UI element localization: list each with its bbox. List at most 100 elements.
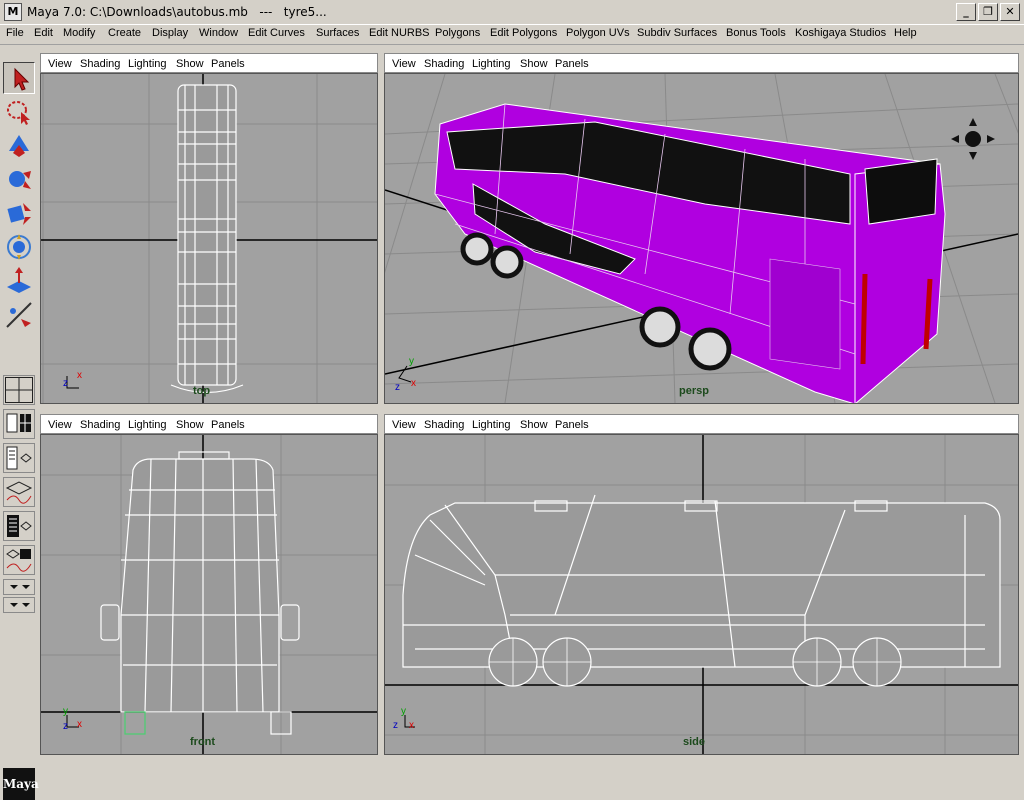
scale-tool-button[interactable] [3, 231, 35, 263]
paint-select-tool-button[interactable] [3, 129, 35, 161]
title-bar: M Maya 7.0: C:\Downloads\autobus.mb --- … [0, 0, 1024, 25]
maya-logo: Maya [3, 768, 39, 800]
vp-top-menu-view[interactable]: View [48, 58, 72, 70]
four-pane-layout-icon [5, 377, 33, 403]
close-icon: ✕ [1005, 5, 1015, 18]
axis-z-label: z [63, 378, 68, 389]
move-tool-button[interactable] [3, 163, 35, 195]
maximize-button[interactable]: ❐ [978, 3, 998, 21]
lasso-tool-button[interactable] [3, 96, 35, 128]
rotate-tool-icon [7, 203, 31, 225]
side-axis-y-label: y [401, 706, 406, 717]
menu-file[interactable]: File [6, 27, 24, 39]
vp-side-menu-panels[interactable]: Panels [555, 419, 589, 431]
vp-top-menu-shading[interactable]: Shading [80, 58, 120, 70]
persp-scene: y z x [385, 74, 1018, 403]
outliner-layout-icon [6, 446, 32, 470]
layout-graph-editor-button[interactable] [3, 477, 35, 507]
side-view-scene: y z x [385, 435, 1018, 754]
bus-front-wireframe [100, 451, 300, 713]
minimize-icon: _ [963, 5, 969, 18]
menu-polygons[interactable]: Polygons [435, 27, 480, 39]
viewport-top-canvas[interactable]: x z top [40, 73, 378, 404]
axis-x-label: x [77, 370, 82, 381]
toolbox: Maya [0, 45, 40, 800]
menu-polygon-uvs[interactable]: Polygon UVs [566, 27, 630, 39]
vp-side-menu-lighting[interactable]: Lighting [472, 419, 511, 431]
vp-front-menu-shading[interactable]: Shading [80, 419, 120, 431]
vp-front-menu-show[interactable]: Show [176, 419, 204, 431]
soft-mod-tool-button[interactable] [3, 299, 35, 331]
lasso-tool-icon [7, 101, 30, 125]
vp-side-menu-show[interactable]: Show [520, 419, 548, 431]
hypershade-layout-icon [7, 515, 32, 537]
scale-tool-icon [7, 234, 31, 260]
viewport-front-canvas[interactable]: y x z front [40, 434, 378, 755]
menu-help[interactable]: Help [894, 27, 917, 39]
vp-side-menu-shading[interactable]: Shading [424, 419, 464, 431]
vp-persp-menu-shading[interactable]: Shading [424, 58, 464, 70]
soft-mod-icon [6, 302, 32, 328]
vp-front-menu-panels[interactable]: Panels [211, 419, 245, 431]
persp-axis-gizmo: y z x [395, 356, 416, 393]
menu-subdiv-surfaces[interactable]: Subdiv Surfaces [637, 27, 717, 39]
view-cube-compass [951, 118, 995, 160]
viewport-side-menu-bar: View Shading Lighting Show Panels [384, 414, 1019, 434]
maya-app-icon[interactable]: M [4, 3, 22, 21]
bus-side-wireframe [402, 494, 1001, 668]
viewport-persp-canvas[interactable]: y z x persp [384, 73, 1019, 404]
menu-edit-curves[interactable]: Edit Curves [248, 27, 305, 39]
layout-hypershade-button[interactable] [3, 511, 35, 541]
vp-persp-menu-panels[interactable]: Panels [555, 58, 589, 70]
close-button[interactable]: ✕ [1000, 3, 1020, 21]
rotate-tool-button[interactable] [3, 197, 35, 229]
viewport-side-label: side [683, 736, 706, 748]
layout-single-pane-button[interactable] [3, 409, 35, 439]
vp-persp-menu-show[interactable]: Show [520, 58, 548, 70]
vp-front-menu-view[interactable]: View [48, 419, 72, 431]
front-axis-x-label: x [77, 719, 82, 730]
menu-create[interactable]: Create [108, 27, 141, 39]
menu-edit[interactable]: Edit [34, 27, 53, 39]
menu-bonus-tools[interactable]: Bonus Tools [726, 27, 786, 39]
side-axis-z-label: z [393, 720, 398, 731]
bus-top-wireframe [170, 84, 244, 394]
menu-edit-polygons[interactable]: Edit Polygons [490, 27, 557, 39]
single-pane-layout-icon [6, 413, 31, 433]
menu-display[interactable]: Display [152, 27, 188, 39]
menu-modify[interactable]: Modify [63, 27, 95, 39]
viewport-front[interactable]: View Shading Lighting Show Panels y x z … [40, 414, 378, 755]
layout-dropdown-2[interactable] [3, 597, 35, 613]
restore-icon: ❐ [983, 5, 993, 18]
front-axis-y-label: y [63, 706, 68, 717]
layout-script-editor-button[interactable] [3, 545, 35, 575]
viewport-persp[interactable]: View Shading Lighting Show Panels y z x … [384, 53, 1019, 404]
front-axis-gizmo: y x z [63, 706, 82, 732]
front-view-scene: y x z [41, 435, 377, 754]
vp-front-menu-lighting[interactable]: Lighting [128, 419, 167, 431]
persp-axis-z-label: z [395, 382, 400, 393]
minimize-button[interactable]: _ [956, 3, 976, 21]
layout-outliner-button[interactable] [3, 443, 35, 473]
viewport-top[interactable]: View Shading Lighting Show Panels x z to… [40, 53, 378, 404]
persp-axis-y-label: y [409, 356, 414, 367]
viewport-persp-label: persp [679, 385, 709, 397]
menu-surfaces[interactable]: Surfaces [316, 27, 359, 39]
manipulator-tool-button[interactable] [3, 265, 35, 297]
vp-persp-menu-lighting[interactable]: Lighting [472, 58, 511, 70]
viewport-top-menu-bar: View Shading Lighting Show Panels [40, 53, 378, 73]
menu-koshigaya-studios[interactable]: Koshigaya Studios [795, 27, 886, 39]
vp-top-menu-panels[interactable]: Panels [211, 58, 245, 70]
manipulator-icon [7, 267, 31, 293]
menu-edit-nurbs[interactable]: Edit NURBS [369, 27, 430, 39]
vp-top-menu-show[interactable]: Show [176, 58, 204, 70]
vp-top-menu-lighting[interactable]: Lighting [128, 58, 167, 70]
vp-side-menu-view[interactable]: View [392, 419, 416, 431]
menu-window[interactable]: Window [199, 27, 238, 39]
layout-dropdown-1[interactable] [3, 579, 35, 595]
viewport-side[interactable]: View Shading Lighting Show Panels y z x … [384, 414, 1019, 755]
vp-persp-menu-view[interactable]: View [392, 58, 416, 70]
select-tool-button[interactable] [3, 62, 35, 94]
layout-four-panes-button[interactable] [3, 375, 35, 405]
viewport-side-canvas[interactable]: y z x side [384, 434, 1019, 755]
